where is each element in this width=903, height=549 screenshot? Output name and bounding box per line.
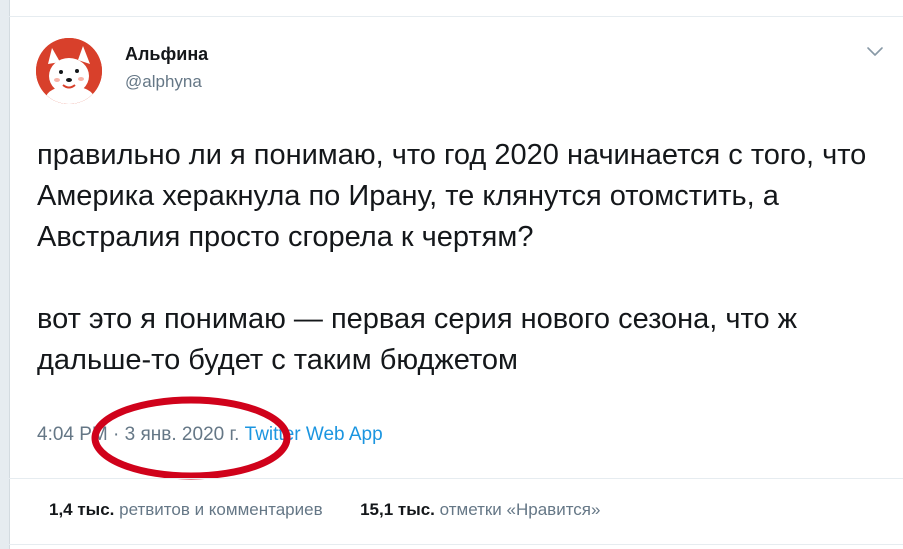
- chevron-down-icon: [867, 47, 883, 56]
- red-circle-annotation: [91, 396, 291, 480]
- white-fox-avatar-icon: [36, 38, 102, 104]
- tweet-paragraph: вот это я понимаю — первая серия нового …: [37, 303, 798, 376]
- likes-label: отметки «Нравится»: [439, 500, 601, 519]
- tweet-page: Альфина @alphyna правильно ли я понимаю,…: [0, 0, 903, 549]
- scrollbar-rail: [0, 0, 10, 549]
- meta-divider: [9, 478, 903, 479]
- author-handle[interactable]: @alphyna: [125, 72, 202, 92]
- tweet-menu-button[interactable]: [864, 40, 886, 62]
- bottom-divider: [9, 544, 903, 545]
- tweet-paragraph: правильно ли я понимаю, что год 2020 нач…: [37, 139, 867, 253]
- top-divider: [9, 16, 903, 17]
- author-name[interactable]: Альфина: [125, 44, 208, 65]
- retweets-count: 1,4 тыс.: [49, 500, 115, 519]
- retweets-label: ретвитов и комментариев: [119, 500, 323, 519]
- avatar[interactable]: [36, 38, 102, 104]
- tweet-stats: 1,4 тыс. ретвитов и комментариев 15,1 ты…: [49, 500, 600, 520]
- likes-count: 15,1 тыс.: [360, 500, 435, 519]
- retweets-stat[interactable]: 1,4 тыс. ретвитов и комментариев: [49, 500, 323, 519]
- likes-stat[interactable]: 15,1 тыс. отметки «Нравится»: [360, 500, 600, 519]
- tweet-text: правильно ли я понимаю, что год 2020 нач…: [37, 135, 887, 381]
